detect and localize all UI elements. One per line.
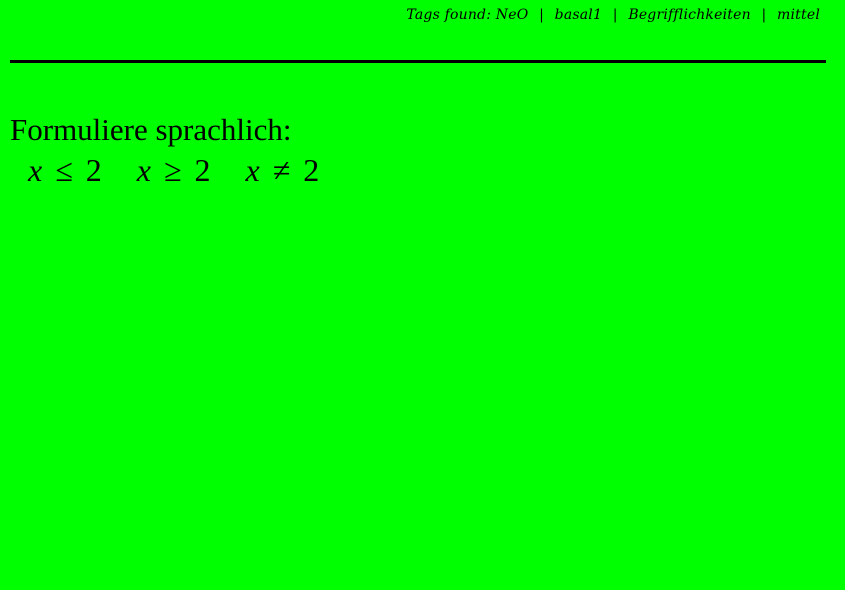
page: Tags found: NeO | basal1 | Begrifflichke…: [0, 0, 845, 590]
inequality-list: x ≤ 2 x ≥ 2 x ≠ 2: [28, 152, 354, 189]
inequality-greater-equal: x ≥ 2: [137, 152, 211, 189]
tag-mittel: mittel: [777, 7, 820, 23]
not-equal-operator: ≠: [272, 152, 291, 188]
inequality-not-equal: x ≠ 2: [246, 152, 320, 189]
task-prompt: Formuliere sprachlich:: [10, 112, 292, 147]
header-rule: [10, 60, 826, 63]
expression-variable: x: [245, 152, 260, 188]
expression-value: 2: [85, 152, 102, 188]
tag-begrifflichkeiten: Begrifflichkeiten: [628, 7, 751, 23]
inequality-less-equal: x ≤ 2: [28, 152, 102, 189]
tag-basal1: basal1: [554, 7, 603, 23]
less-equal-operator: ≤: [55, 152, 73, 188]
greater-equal-operator: ≥: [163, 152, 182, 188]
tags-label: Tags found:: [406, 7, 492, 23]
expression-value: 2: [303, 152, 320, 188]
expression-variable: x: [136, 152, 151, 188]
tag-separator: |: [761, 7, 767, 23]
tag-neo: NeO: [495, 7, 529, 23]
expression-variable: x: [28, 152, 43, 188]
expression-value: 2: [194, 152, 211, 188]
tag-separator: |: [612, 7, 618, 23]
tag-separator: |: [539, 7, 544, 23]
tags-line: Tags found: NeO | basal1 | Begrifflichke…: [406, 7, 820, 23]
